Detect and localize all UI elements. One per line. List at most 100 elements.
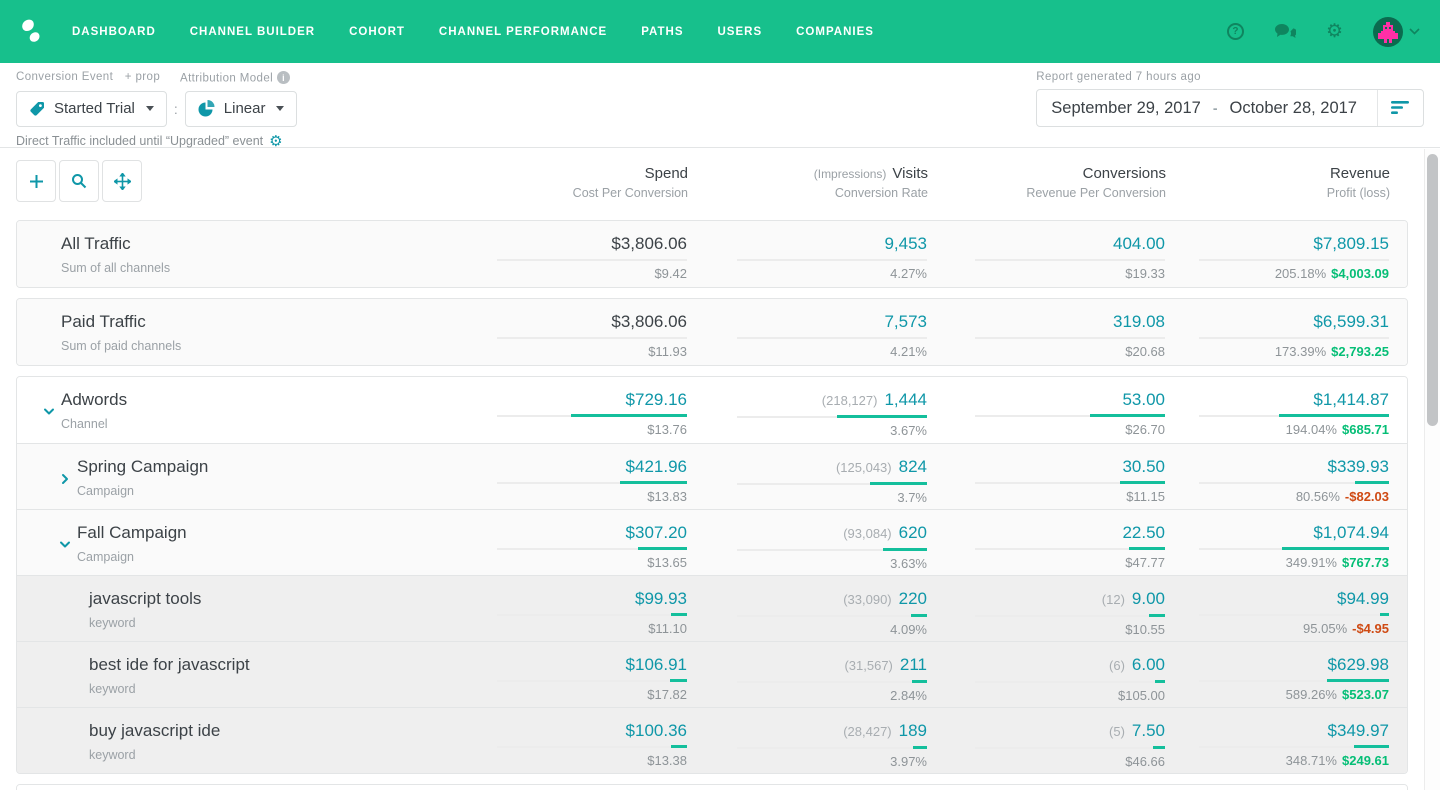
nav-item-dashboard[interactable]: DASHBOARD [72,26,156,38]
row-name-cell[interactable]: AdwordsChannel [17,377,447,443]
conversions-value[interactable]: 30.50 [1122,457,1165,476]
row-title: Fall Campaign [77,523,447,543]
nav-item-cohort[interactable]: COHORT [349,26,405,38]
conversions-value[interactable]: 6.00 [1132,655,1165,674]
spend-value[interactable]: $106.91 [626,655,687,674]
conversions-value[interactable]: 7.50 [1132,721,1165,740]
chat-icon[interactable] [1274,23,1296,41]
revenue-cell: $349.97348.71%$249.61 [1165,708,1407,773]
revenue-value[interactable]: $339.93 [1328,457,1389,476]
conversions-value[interactable]: 22.50 [1122,523,1165,542]
search-button[interactable] [59,160,99,202]
revenue-value[interactable]: $349.97 [1328,721,1389,740]
nav-item-companies[interactable]: COMPANIES [796,26,874,38]
visits-value[interactable]: 824 [899,457,927,476]
scrollbar-thumb[interactable] [1427,154,1438,426]
chevron-down-icon[interactable] [43,406,55,418]
table-row-buy-javascript-ide: buy javascript idekeyword$100.36$13.38(2… [17,707,1407,773]
spend-value[interactable]: $307.20 [626,523,687,542]
nav-item-paths[interactable]: PATHS [641,26,683,38]
revenue-bar [1199,481,1389,484]
conversions-value[interactable]: 319.08 [1113,312,1165,331]
spend-value[interactable]: $729.16 [626,390,687,409]
visits-value[interactable]: 620 [899,523,927,542]
visits-value[interactable]: 7,573 [884,312,927,331]
date-range-value[interactable]: September 29, 2017 - October 28, 2017 [1037,99,1377,118]
profit-value: $4,003.09 [1331,266,1389,281]
profit-value: -$82.03 [1345,489,1389,504]
row-title: Spring Campaign [77,457,447,477]
chevron-down-icon[interactable] [59,539,71,551]
revenue-percent: 80.56% [1296,489,1340,504]
add-prop-link[interactable]: + prop [125,71,160,83]
add-channel-button[interactable] [16,160,56,202]
row-name-cell[interactable]: Fall CampaignCampaign [17,510,447,575]
revenue-bar [1199,613,1389,616]
revenue-value[interactable]: $1,414.87 [1313,390,1389,409]
revenue-value[interactable]: $7,809.15 [1313,234,1389,253]
visits-value[interactable]: 9,453 [884,234,927,253]
gear-icon[interactable]: ⚙ [1326,22,1343,41]
spend-cell: $307.20$13.65 [447,510,687,575]
row-title: javascript tools [89,589,447,609]
conversions-value[interactable]: 53.00 [1122,390,1165,409]
table-row-javascript-tools: javascript toolskeyword$99.93$11.10(33,0… [17,575,1407,641]
date-end: October 28, 2017 [1229,99,1357,118]
visits-secondary-value: (93,084) [843,526,891,541]
spend-cell: $3,806.06$9.42 [447,221,687,287]
revenue-value[interactable]: $1,074.94 [1313,523,1389,542]
row-name-cell[interactable]: Video [17,785,447,790]
conversions-bar [975,547,1165,550]
row-subtitle: keyword [89,616,447,630]
conversion-event-dropdown[interactable]: Started Trial [16,91,167,127]
row-name-cell: javascript tools keyword [17,576,447,641]
info-icon[interactable]: i [277,71,290,84]
revenue-cell: $629.98589.26%$523.07 [1165,642,1407,707]
report-generated-label: Report generated 7 hours ago [1036,71,1424,83]
column-header-spend[interactable]: Spend Cost Per Conversion [448,160,688,200]
column-header-revenue[interactable]: Revenue Profit (loss) [1166,160,1408,200]
nav-item-channel-performance[interactable]: CHANNEL PERFORMANCE [439,26,607,38]
chevron-down-icon[interactable] [1409,28,1420,35]
help-icon[interactable]: ? [1227,23,1244,40]
conversions-bar [975,746,1165,749]
visits-value[interactable]: 1,444 [884,390,927,409]
visits-value[interactable]: 189 [899,721,927,740]
chevron-right-icon[interactable] [59,473,71,485]
revenue-value[interactable]: $94.99 [1337,589,1389,608]
table-row-paid-traffic: Paid TrafficSum of paid channels$3,806.0… [17,299,1407,365]
attribution-logo[interactable] [16,17,46,47]
conversions-value[interactable]: 404.00 [1113,234,1165,253]
nav-item-users[interactable]: USERS [718,26,763,38]
table-header: Spend Cost Per Conversion (Impressions)V… [16,160,1408,212]
revenue-percent: 205.18% [1275,266,1326,281]
conversions-sub-value: $20.68 [1125,344,1165,359]
scrollbar [1424,149,1440,790]
nav-item-channel-builder[interactable]: CHANNEL BUILDER [190,26,315,38]
conversions-value[interactable]: 9.00 [1132,589,1165,608]
settings-gear-icon[interactable]: ⚙ [269,134,282,149]
revenue-percent: 194.04% [1286,422,1337,437]
revenue-value[interactable]: $629.98 [1328,655,1389,674]
spend-value[interactable]: $421.96 [626,457,687,476]
visits-sub-value: 4.09% [890,622,927,637]
filter-icon[interactable] [1377,90,1423,126]
profit-value: $249.61 [1342,753,1389,768]
spend-value[interactable]: $100.36 [626,721,687,740]
visits-bar [737,548,927,551]
attribution-model-dropdown[interactable]: Linear [185,91,298,127]
move-button[interactable] [102,160,142,202]
column-header-conversions[interactable]: Conversions Revenue Per Conversion [928,160,1166,200]
row-title: Adwords [61,390,447,410]
visits-value[interactable]: 220 [899,589,927,608]
row-title: buy javascript ide [89,721,447,741]
spend-value[interactable]: $99.93 [635,589,687,608]
spend-bar [497,679,687,682]
row-name-cell[interactable]: Spring CampaignCampaign [17,444,447,509]
revenue-value[interactable]: $6,599.31 [1313,312,1389,331]
visits-value[interactable]: 211 [900,655,927,674]
avatar[interactable] [1373,17,1403,47]
column-header-visits[interactable]: (Impressions)Visits Conversion Rate [688,160,928,200]
visits-bar [737,258,927,261]
top-nav: DASHBOARD CHANNEL BUILDER COHORT CHANNEL PE… [0,0,1440,63]
